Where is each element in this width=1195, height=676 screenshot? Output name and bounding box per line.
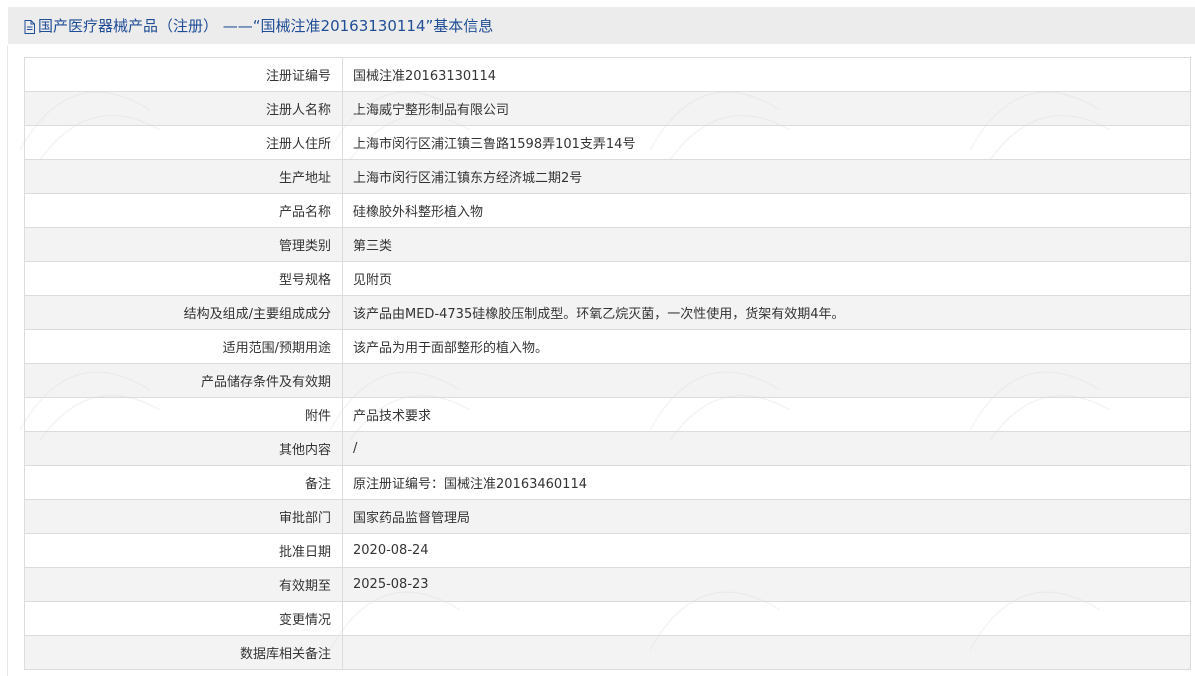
field-label: 生产地址 (24, 159, 343, 194)
field-value: 该产品为用于面部整形的植入物。 (342, 329, 1191, 364)
field-value: 2025-08-23 (342, 567, 1191, 602)
field-label: 产品名称 (24, 193, 343, 228)
table-row: 注册人名称 上海威宁整形制品有限公司 (24, 91, 1191, 126)
field-label: 型号规格 (24, 261, 343, 296)
field-label: 附件 (24, 397, 343, 432)
field-value: 上海市闵行区浦江镇东方经济城二期2号 (342, 159, 1191, 194)
field-label: 数据库相关备注 (24, 635, 343, 670)
table-row: 变更情况 (24, 601, 1191, 636)
table-row: 适用范围/预期用途 该产品为用于面部整形的植入物。 (24, 329, 1191, 364)
field-value: 2020-08-24 (342, 533, 1191, 568)
field-value (342, 601, 1191, 636)
table-row: 批准日期 2020-08-24 (24, 533, 1191, 568)
field-label: 其他内容 (24, 431, 343, 466)
table-row: 其他内容 / (24, 431, 1191, 466)
field-label: 产品储存条件及有效期 (24, 363, 343, 398)
field-label: 注册证编号 (24, 57, 343, 92)
field-value: 上海市闵行区浦江镇三鲁路1598弄101支弄14号 (342, 125, 1191, 160)
field-label: 结构及组成/主要组成成分 (24, 295, 343, 330)
field-label: 注册人住所 (24, 125, 343, 160)
field-value: 硅橡胶外科整形植入物 (342, 193, 1191, 228)
field-label: 注册人名称 (24, 91, 343, 126)
page-left-rule (7, 46, 8, 676)
field-value (342, 363, 1191, 398)
table-row: 有效期至 2025-08-23 (24, 567, 1191, 602)
field-value: 见附页 (342, 261, 1191, 296)
table-row: 注册证编号 国械注准20163130114 (24, 57, 1191, 92)
table-row: 注册人住所 上海市闵行区浦江镇三鲁路1598弄101支弄14号 (24, 125, 1191, 160)
table-row: 产品名称 硅橡胶外科整形植入物 (24, 193, 1191, 228)
field-label: 批准日期 (24, 533, 343, 568)
field-value: 原注册证编号：国械注准20163460114 (342, 465, 1191, 500)
table-row: 型号规格 见附页 (24, 261, 1191, 296)
field-label: 备注 (24, 465, 343, 500)
table-row: 结构及组成/主要组成成分 该产品由MED-4735硅橡胶压制成型。环氧乙烷灭菌，… (24, 295, 1191, 330)
table-row: 数据库相关备注 (24, 635, 1191, 670)
table-row: 产品储存条件及有效期 (24, 363, 1191, 398)
field-value: / (342, 431, 1191, 466)
field-value: 国家药品监督管理局 (342, 499, 1191, 534)
table-row: 生产地址 上海市闵行区浦江镇东方经济城二期2号 (24, 159, 1191, 194)
field-label: 变更情况 (24, 601, 343, 636)
field-value (342, 635, 1191, 670)
field-label: 管理类别 (24, 227, 343, 262)
field-value: 该产品由MED-4735硅橡胶压制成型。环氧乙烷灭菌，一次性使用，货架有效期4年… (342, 295, 1191, 330)
section-header: 国产医疗器械产品（注册） ——“国械注准20163130114”基本信息 (8, 7, 1195, 44)
page-title: 国产医疗器械产品（注册） ——“国械注准20163130114”基本信息 (38, 17, 494, 35)
field-label: 有效期至 (24, 567, 343, 602)
basic-info-table: 注册证编号 国械注准20163130114 注册人名称 上海威宁整形制品有限公司… (24, 57, 1191, 670)
field-value: 上海威宁整形制品有限公司 (342, 91, 1191, 126)
table-row: 附件 产品技术要求 (24, 397, 1191, 432)
field-label: 适用范围/预期用途 (24, 329, 343, 364)
table-row: 备注 原注册证编号：国械注准20163460114 (24, 465, 1191, 500)
table-row: 审批部门 国家药品监督管理局 (24, 499, 1191, 534)
field-label: 审批部门 (24, 499, 343, 534)
field-value: 第三类 (342, 227, 1191, 262)
table-row: 管理类别 第三类 (24, 227, 1191, 262)
field-value: 产品技术要求 (342, 397, 1191, 432)
field-value: 国械注准20163130114 (342, 57, 1191, 92)
document-icon (24, 19, 35, 34)
